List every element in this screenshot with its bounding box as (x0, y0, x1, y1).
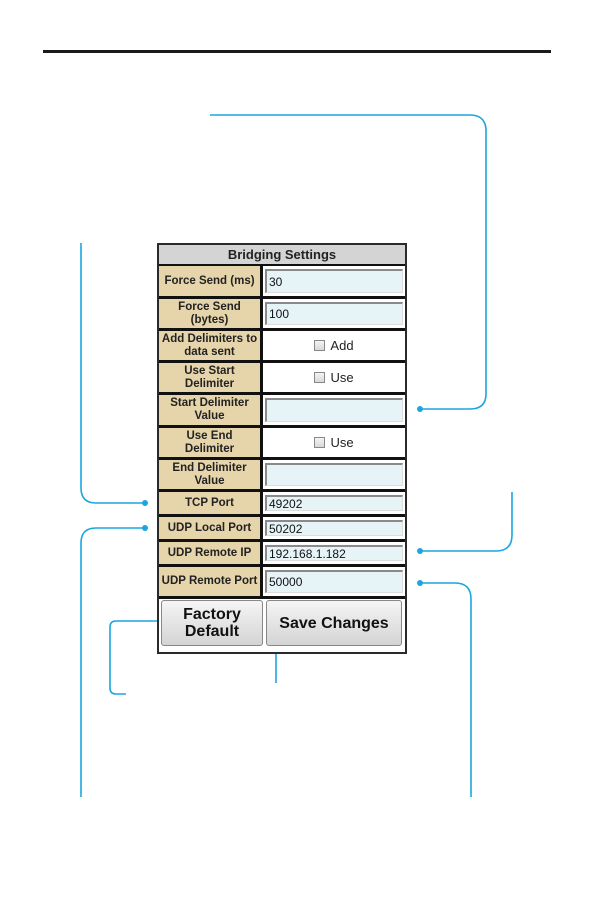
row-force-send-bytes: Force Send (bytes) 100 (159, 299, 405, 331)
row-label: UDP Remote IP (159, 542, 263, 564)
tcp-port-input[interactable]: 49202 (265, 495, 403, 511)
callout-dot (417, 406, 423, 412)
factory-default-button[interactable]: Factory Default (161, 600, 263, 646)
row-label: TCP Port (159, 492, 263, 514)
callout-dot (417, 580, 423, 586)
row-label: Force Send (bytes) (159, 299, 263, 328)
row-use-start-delimiter: Use Start Delimiter Use (159, 363, 405, 395)
row-label: UDP Local Port (159, 517, 263, 539)
start-delimiter-value-input[interactable] (265, 398, 403, 422)
force-send-ms-input[interactable]: 30 (265, 269, 403, 293)
callout-dot (142, 500, 148, 506)
callout-dot (142, 525, 148, 531)
add-delimiters-checkbox[interactable] (314, 340, 326, 351)
udp-remote-port-input[interactable]: 50000 (265, 570, 403, 593)
row-use-end-delimiter: Use End Delimiter Use (159, 428, 405, 460)
row-label: End Delimiter Value (159, 460, 263, 489)
row-tcp-port: TCP Port 49202 (159, 492, 405, 517)
top-rule (43, 50, 551, 53)
end-delimiter-value-input[interactable] (265, 463, 403, 486)
udp-local-port-input[interactable]: 50202 (265, 520, 403, 536)
bridging-settings-panel: Bridging Settings Force Send (ms) 30 For… (157, 243, 407, 654)
force-send-bytes-input[interactable]: 100 (265, 302, 403, 325)
save-changes-button[interactable]: Save Changes (266, 600, 402, 646)
udp-remote-ip-input[interactable]: 192.168.1.182 (265, 545, 403, 561)
checkbox-label: Add (330, 338, 354, 353)
row-udp-local-port: UDP Local Port 50202 (159, 517, 405, 542)
row-force-send-ms: Force Send (ms) 30 (159, 266, 405, 299)
checkbox-label: Use (330, 370, 354, 385)
callout-dot (417, 548, 423, 554)
row-add-delimiters: Add Delimiters to data sent Add (159, 331, 405, 363)
row-label: Use End Delimiter (159, 428, 263, 457)
callout-udp-local-port (80, 527, 145, 797)
panel-title: Bridging Settings (159, 245, 405, 266)
row-label: Start Delimiter Value (159, 395, 263, 425)
row-label: Add Delimiters to data sent (159, 331, 263, 360)
row-label: UDP Remote Port (159, 567, 263, 596)
use-end-delimiter-checkbox[interactable] (314, 437, 326, 448)
row-udp-remote-ip: UDP Remote IP 192.168.1.182 (159, 542, 405, 567)
callout-tcp-port (80, 243, 145, 504)
row-end-delimiter-value: End Delimiter Value (159, 460, 405, 492)
use-start-delimiter-checkbox[interactable] (314, 372, 326, 383)
row-label: Force Send (ms) (159, 266, 263, 296)
callout-udp-remote-port (420, 582, 472, 797)
row-label: Use Start Delimiter (159, 363, 263, 392)
checkbox-label: Use (330, 435, 354, 450)
row-udp-remote-port: UDP Remote Port 50000 (159, 567, 405, 599)
row-start-delimiter-value: Start Delimiter Value (159, 395, 405, 428)
callout-udp-remote-ip (420, 492, 513, 552)
